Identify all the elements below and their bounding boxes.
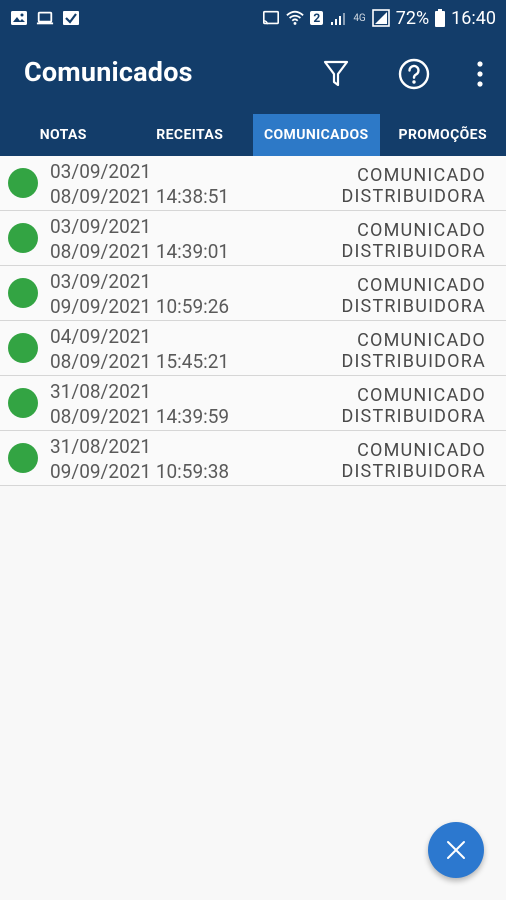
status-indicator	[8, 388, 38, 418]
list-item[interactable]: 31/08/2021 09/09/2021 10:59:38 COMUNICAD…	[0, 431, 506, 486]
cast-icon	[263, 10, 280, 25]
check-icon	[63, 11, 79, 25]
item-dates: 31/08/2021 08/09/2021 14:39:59	[50, 379, 229, 429]
page-title: Comunicados	[24, 56, 193, 88]
status-right: 2 4G 72% 16:40	[262, 8, 496, 29]
status-bar: 2 4G 72% 16:40	[0, 0, 506, 36]
network-type: 4G	[353, 12, 366, 24]
clock: 16:40	[451, 7, 496, 29]
tab-promocoes[interactable]: PROMOÇÕES	[380, 114, 506, 156]
tab-bar: NOTAS RECEITAS COMUNICADOS PROMOÇÕES	[0, 114, 506, 156]
list-item[interactable]: 03/09/2021 09/09/2021 10:59:26 COMUNICAD…	[0, 266, 506, 321]
item-date: 31/08/2021	[50, 380, 152, 403]
tab-receitas[interactable]: RECEITAS	[127, 114, 254, 156]
item-source: DISTRIBUIDORA	[341, 296, 486, 317]
help-button[interactable]	[390, 52, 438, 96]
item-dates: 03/09/2021 08/09/2021 14:39:01	[50, 214, 229, 264]
item-origin: COMUNICADO DISTRIBUIDORA	[341, 330, 486, 372]
item-dates: 03/09/2021 09/09/2021 10:59:26	[50, 269, 229, 319]
item-type: COMUNICADO	[357, 330, 486, 351]
wifi-icon	[286, 10, 305, 25]
item-date: 03/09/2021	[50, 270, 152, 293]
image-icon	[11, 11, 27, 25]
filter-button[interactable]	[312, 52, 360, 96]
item-source: DISTRIBUIDORA	[341, 406, 486, 427]
status-indicator	[8, 333, 38, 363]
comunicados-list: 03/09/2021 08/09/2021 14:38:51 COMUNICAD…	[0, 156, 506, 486]
item-datetime: 08/09/2021 14:39:59	[50, 405, 230, 428]
item-type: COMUNICADO	[357, 220, 486, 241]
app-bar: Comunicados	[0, 36, 506, 114]
signal-icon	[331, 13, 346, 25]
item-dates: 03/09/2021 08/09/2021 14:38:51	[50, 159, 229, 209]
laptop-icon	[36, 11, 54, 25]
item-source: DISTRIBUIDORA	[341, 241, 486, 262]
status-indicator	[8, 223, 38, 253]
battery-icon	[435, 9, 446, 27]
item-datetime: 08/09/2021 14:39:01	[50, 240, 230, 263]
item-source: DISTRIBUIDORA	[341, 461, 486, 482]
close-fab-button[interactable]	[428, 822, 484, 878]
close-icon	[447, 841, 465, 859]
list-item[interactable]: 03/09/2021 08/09/2021 14:38:51 COMUNICAD…	[0, 156, 506, 211]
app-bar-actions	[312, 52, 492, 96]
item-origin: COMUNICADO DISTRIBUIDORA	[341, 385, 486, 427]
item-date: 31/08/2021	[50, 435, 152, 458]
item-type: COMUNICADO	[357, 165, 486, 186]
item-origin: COMUNICADO DISTRIBUIDORA	[341, 440, 486, 482]
battery-percent: 72%	[395, 7, 430, 29]
item-origin: COMUNICADO DISTRIBUIDORA	[341, 275, 486, 317]
item-type: COMUNICADO	[357, 275, 486, 296]
list-item[interactable]: 03/09/2021 08/09/2021 14:39:01 COMUNICAD…	[0, 211, 506, 266]
more-vert-icon	[477, 61, 483, 87]
more-options-button[interactable]	[468, 52, 492, 96]
tab-comunicados[interactable]: COMUNICADOS	[253, 114, 380, 156]
list-item[interactable]: 31/08/2021 08/09/2021 14:39:59 COMUNICAD…	[0, 376, 506, 431]
item-dates: 31/08/2021 09/09/2021 10:59:38	[50, 434, 229, 484]
item-origin: COMUNICADO DISTRIBUIDORA	[341, 165, 486, 207]
item-datetime: 08/09/2021 14:38:51	[50, 185, 230, 208]
item-source: DISTRIBUIDORA	[341, 351, 486, 372]
status-left-icons	[10, 9, 80, 27]
network-badge: 2	[310, 11, 324, 25]
item-source: DISTRIBUIDORA	[341, 186, 486, 207]
item-date: 03/09/2021	[50, 215, 152, 238]
item-date: 04/09/2021	[50, 325, 152, 348]
item-datetime: 09/09/2021 10:59:38	[50, 460, 230, 483]
tab-notas[interactable]: NOTAS	[0, 114, 127, 156]
item-datetime: 08/09/2021 15:45:21	[50, 350, 230, 373]
status-indicator	[8, 278, 38, 308]
item-origin: COMUNICADO DISTRIBUIDORA	[341, 220, 486, 262]
filter-icon	[323, 60, 349, 87]
status-indicator	[8, 443, 38, 473]
item-datetime: 09/09/2021 10:59:26	[50, 295, 230, 318]
item-type: COMUNICADO	[357, 385, 486, 406]
item-date: 03/09/2021	[50, 160, 152, 183]
signal-2-icon	[371, 9, 390, 27]
list-item[interactable]: 04/09/2021 08/09/2021 15:45:21 COMUNICAD…	[0, 321, 506, 376]
item-type: COMUNICADO	[357, 440, 486, 461]
status-indicator	[8, 168, 38, 198]
item-dates: 04/09/2021 08/09/2021 15:45:21	[50, 324, 229, 374]
help-icon	[398, 58, 430, 90]
